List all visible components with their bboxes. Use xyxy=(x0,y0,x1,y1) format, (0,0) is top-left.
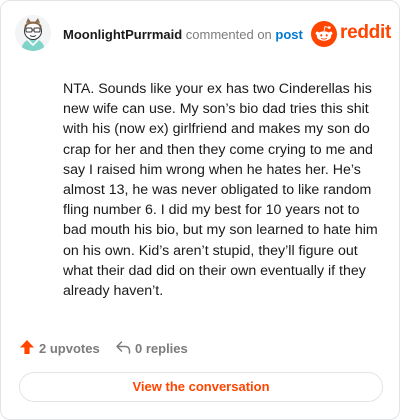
replies-button[interactable]: 0 replies xyxy=(115,338,195,358)
comment-body: NTA. Sounds like your ex has two Cindere… xyxy=(63,81,378,300)
replies-count: 0 replies xyxy=(135,341,188,356)
post-link[interactable]: post xyxy=(275,27,302,42)
commented-on-text: commented on xyxy=(185,27,272,42)
username-link[interactable]: MoonlightPurrmaid xyxy=(63,27,182,42)
comment-meta: MoonlightPurrmaid commented on post xyxy=(63,27,303,43)
reddit-brand[interactable]: reddit xyxy=(311,19,391,49)
comment-actions: 2 upvotes 0 replies xyxy=(19,338,379,358)
reddit-wordmark: reddit xyxy=(340,22,391,43)
reddit-logo-icon xyxy=(311,21,337,47)
upvotes-count: 2 upvotes xyxy=(39,341,100,356)
comment-header: MoonlightPurrmaid commented on post redd… xyxy=(15,15,391,55)
upvote-arrow-icon xyxy=(20,340,34,354)
upvote-button[interactable]: 2 upvotes xyxy=(19,338,105,358)
comment-card: MoonlightPurrmaid commented on post redd… xyxy=(0,0,400,420)
avatar-illustration-icon xyxy=(15,15,51,51)
view-conversation-button[interactable]: View the conversation xyxy=(19,372,383,402)
reply-arrow-icon xyxy=(116,341,131,354)
user-avatar[interactable] xyxy=(15,15,51,51)
